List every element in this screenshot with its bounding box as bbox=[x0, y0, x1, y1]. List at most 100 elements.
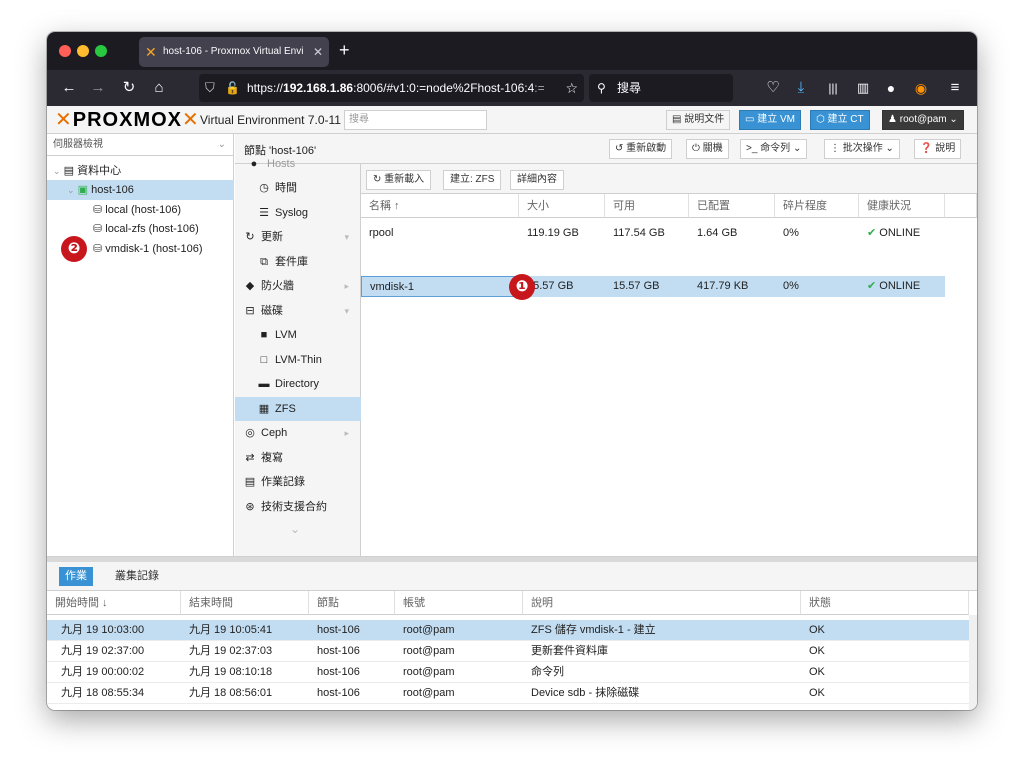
menu-item-directory[interactable]: ▬ Directory bbox=[235, 372, 361, 396]
menu-item-firewall[interactable]: ◆ 防火牆 ▸ bbox=[235, 274, 361, 298]
menu-item-replication[interactable]: ⇄ 複寫 bbox=[235, 446, 361, 470]
task-row[interactable]: 九月 18 08:55:34 九月 18 08:56:01 host-106 r… bbox=[47, 683, 969, 704]
account-icon[interactable]: ● bbox=[881, 70, 901, 106]
column-header-node[interactable]: 節點 bbox=[309, 591, 395, 615]
menu-item-subscription[interactable]: ⊛ 技術支援合約 bbox=[235, 495, 361, 519]
zoom-window-button[interactable] bbox=[95, 45, 107, 57]
shield-icon[interactable]: ⛉ bbox=[205, 74, 215, 102]
shell-button[interactable]: >_ 命令列 ⌄ bbox=[740, 139, 808, 159]
user-menu-button[interactable]: ♟ root@pam ⌄ bbox=[882, 110, 964, 130]
url-bar[interactable]: ⛉ 🔓 https://192.168.1.86:8006/#v1:0:=nod… bbox=[199, 74, 584, 102]
create-ct-button[interactable]: ⬡ 建立 CT bbox=[810, 110, 870, 130]
restart-button[interactable]: ↺ 重新啟動 bbox=[609, 139, 673, 159]
extension-icon[interactable]: ◉ bbox=[911, 70, 931, 106]
view-selector[interactable]: 伺服器檢視 ⌄ bbox=[47, 134, 234, 156]
browser-tab[interactable]: ✕ host-106 - Proxmox Virtual Envi ✕ bbox=[139, 37, 329, 67]
cell-user: root@pam bbox=[403, 687, 455, 699]
column-header-end[interactable]: 結束時間 bbox=[181, 591, 309, 615]
cell-name: rpool bbox=[369, 227, 394, 239]
cell-name: vmdisk-1 bbox=[361, 276, 519, 297]
pocket-icon[interactable]: ♡ bbox=[763, 70, 783, 106]
column-header-alloc[interactable]: 已配置 bbox=[689, 194, 775, 218]
task-row[interactable]: 九月 19 00:00:02 九月 19 08:10:18 host-106 r… bbox=[47, 662, 969, 683]
menu-item-task-history[interactable]: ▤ 作業記錄 bbox=[235, 470, 361, 494]
menu-item-time[interactable]: ◷ 時間 bbox=[235, 176, 361, 200]
menu-item-disks[interactable]: ⊟ 磁碟 ▾ bbox=[235, 299, 361, 323]
chevron-down-icon: ⌄ bbox=[790, 143, 802, 154]
close-window-button[interactable] bbox=[59, 45, 71, 57]
close-tab-icon[interactable]: ✕ bbox=[313, 37, 323, 67]
chevron-right-icon: ▸ bbox=[344, 428, 349, 438]
shutdown-button[interactable]: ⏻ 關機 bbox=[686, 139, 729, 159]
column-header-name[interactable]: 名稱 ↑ bbox=[361, 194, 519, 218]
reload-button[interactable]: ↻ 重新載入 bbox=[366, 170, 432, 190]
zfs-toolbar: ↻ 重新載入 建立: ZFS 詳細內容 bbox=[361, 164, 977, 194]
column-header-status[interactable]: 狀態 bbox=[801, 591, 969, 615]
menu-item-repositories[interactable]: ⧉ 套件庫 bbox=[235, 250, 361, 274]
new-tab-button[interactable]: + bbox=[339, 40, 350, 60]
detail-button[interactable]: 詳細內容 bbox=[510, 170, 564, 190]
cell-end: 九月 19 10:05:41 bbox=[189, 624, 273, 636]
lock-warning-icon[interactable]: 🔓 bbox=[225, 74, 240, 102]
column-header-user[interactable]: 帳號 bbox=[395, 591, 523, 615]
cell-status: OK bbox=[809, 687, 825, 699]
bulk-actions-button[interactable]: ⋮ 批次操作 ⌄ bbox=[824, 139, 900, 159]
home-icon[interactable]: ⌂ bbox=[149, 70, 169, 106]
table-row[interactable]: vmdisk-1 15.57 GB 15.57 GB 417.79 KB 0% … bbox=[361, 276, 945, 297]
column-header-health[interactable]: 健康狀況 bbox=[859, 194, 945, 218]
column-header-description[interactable]: 說明 bbox=[523, 591, 801, 615]
menu-item-label: 套件庫 bbox=[275, 256, 308, 268]
bookmark-star-icon[interactable]: ☆ bbox=[561, 74, 578, 102]
user-icon: ♟ bbox=[888, 114, 900, 125]
support-icon: ⊛ bbox=[245, 501, 255, 513]
minimize-window-button[interactable] bbox=[77, 45, 89, 57]
pve-search-input[interactable]: 搜尋 bbox=[344, 110, 487, 130]
menu-item-lvm-thin[interactable]: □ LVM-Thin bbox=[235, 348, 361, 372]
browser-tab-title: host-106 - Proxmox Virtual Envi bbox=[163, 46, 304, 57]
zfs-panel: ↻ 重新載入 建立: ZFS 詳細內容 名稱 ↑ 大小 可用 已配置 碎片程度 … bbox=[361, 164, 977, 556]
node-online-icon: ▣ bbox=[77, 184, 89, 196]
cube-icon: ⬡ bbox=[816, 114, 828, 125]
tree-item-storage[interactable]: ⛁ local (host-106) bbox=[47, 200, 234, 220]
browser-search-box[interactable]: ⚲ 搜尋 bbox=[589, 74, 733, 102]
menu-item-label: 複寫 bbox=[261, 452, 283, 464]
tree-item-label: 資料中心 bbox=[77, 165, 122, 177]
menu-item-ceph[interactable]: ◎ Ceph ▸ bbox=[235, 421, 361, 445]
menu-item-hosts[interactable]: ● Hosts bbox=[235, 152, 361, 176]
tree-item-node[interactable]: ⌄ ▣ host-106 bbox=[47, 180, 234, 200]
sidebar-icon[interactable]: ▥ bbox=[853, 70, 873, 106]
url-prefix: https:// bbox=[247, 81, 284, 95]
docs-button[interactable]: ▤ 說明文件 bbox=[666, 110, 731, 130]
library-icon[interactable]: ||| bbox=[823, 70, 843, 106]
tree-item-label: local (host-106) bbox=[105, 204, 182, 216]
column-header-size[interactable]: 大小 bbox=[519, 194, 605, 218]
help-button[interactable]: ❓ 說明 bbox=[914, 139, 962, 159]
create-zfs-button[interactable]: 建立: ZFS bbox=[443, 170, 502, 190]
menu-item-updates[interactable]: ↻ 更新 ▾ bbox=[235, 225, 361, 249]
download-icon[interactable]: ⤓ bbox=[791, 70, 811, 106]
forward-icon[interactable]: → bbox=[88, 70, 108, 106]
chevron-down-icon: ⌄ bbox=[217, 139, 226, 150]
menu-icon[interactable]: ≡ bbox=[945, 70, 965, 106]
task-row[interactable]: 九月 19 02:37:00 九月 19 02:37:03 host-106 r… bbox=[47, 641, 969, 662]
reload-icon[interactable]: ↻ bbox=[119, 70, 139, 106]
tab-cluster-log[interactable]: 叢集記錄 bbox=[109, 567, 165, 586]
scroll-down-icon[interactable]: ⌄ bbox=[290, 522, 300, 536]
url-faded: := bbox=[534, 81, 545, 95]
column-header-free[interactable]: 可用 bbox=[605, 194, 689, 218]
task-row[interactable]: 九月 19 10:03:00 九月 19 10:05:41 host-106 r… bbox=[47, 620, 969, 641]
column-header-frag[interactable]: 碎片程度 bbox=[775, 194, 859, 218]
tab-tasks[interactable]: 作業 bbox=[59, 567, 93, 586]
column-header-start[interactable]: 開始時間 ↓ bbox=[47, 591, 181, 615]
task-log-scrollbar[interactable] bbox=[969, 615, 977, 710]
menu-item-zfs[interactable]: ▦ ZFS bbox=[235, 397, 361, 421]
table-row[interactable]: rpool 119.19 GB 117.54 GB 1.64 GB 0% ✔ O… bbox=[361, 223, 945, 244]
menu-item-label: Hosts bbox=[267, 158, 296, 170]
menu-item-syslog[interactable]: ☰ Syslog bbox=[235, 201, 361, 225]
menu-item-lvm[interactable]: ■ LVM bbox=[235, 323, 361, 347]
tree-item-datacenter[interactable]: ⌄ ▤ 資料中心 bbox=[47, 161, 234, 181]
list-alt-icon: ▤ bbox=[244, 476, 256, 488]
create-zfs-label: 建立: ZFS bbox=[450, 174, 495, 185]
create-vm-button[interactable]: ▭ 建立 VM bbox=[739, 110, 802, 130]
back-icon[interactable]: ← bbox=[59, 70, 79, 106]
